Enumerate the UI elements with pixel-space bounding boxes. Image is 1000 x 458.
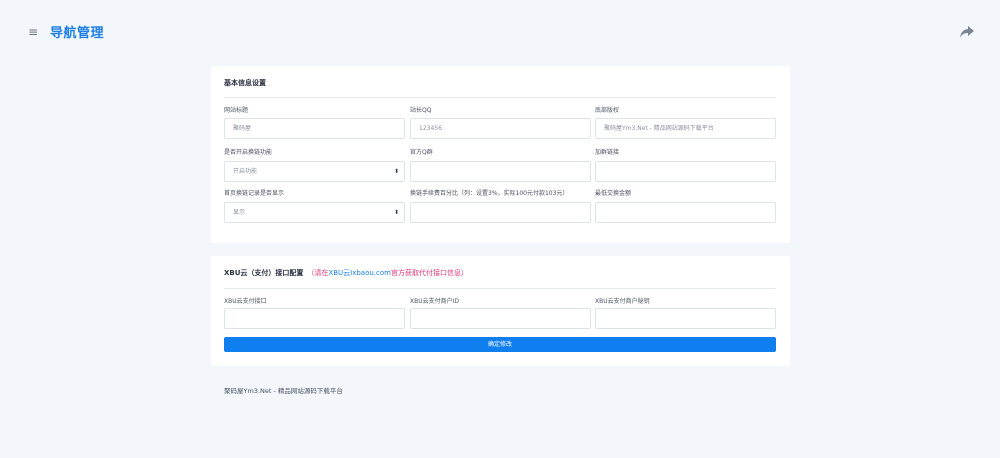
select-arrows-icon: ⬍: [393, 168, 399, 175]
group-link-input[interactable]: [595, 161, 776, 182]
homepage-record-label: 首页换链记录是否显示: [224, 190, 285, 197]
submit-button[interactable]: 确定修改: [224, 337, 776, 352]
min-amount-input[interactable]: [595, 202, 776, 223]
copyright-label: 底部版权: [595, 107, 620, 114]
fee-percent-label: 换链手续费百分比（列：设置3%，实际100元付款103元）: [410, 190, 569, 197]
link-exchange-toggle-select[interactable]: 开启功能 ⬍: [224, 161, 405, 182]
divider: [224, 288, 776, 289]
share-icon[interactable]: [960, 26, 974, 38]
page-header: ≡ 导航管理: [0, 0, 1000, 66]
divider: [224, 97, 776, 98]
admin-qq-label: 站长QQ: [410, 107, 432, 114]
select-value: 开启功能: [233, 168, 258, 175]
pay-api-input[interactable]: [224, 308, 405, 329]
merchant-key-label: XBU云支付商户秘钥: [595, 298, 650, 305]
hamburger-icon[interactable]: ≡: [28, 26, 38, 38]
card-title: XBU云（支付）接口配置 （请在XBU云Ixbaou.com官方获取代付接口信息）: [224, 268, 468, 278]
note-suffix: 官方获取代付接口信息）: [390, 269, 468, 277]
pay-settings-card: XBU云（支付）接口配置 （请在XBU云Ixbaou.com官方获取代付接口信息）…: [211, 256, 790, 366]
official-group-label: 官方Q群: [410, 149, 433, 156]
admin-qq-input[interactable]: 123456: [410, 118, 591, 139]
footer-copyright: 聚码屋Ym3.Net - 精品网站源码下载平台: [224, 387, 343, 395]
site-title-label: 网站标题: [224, 107, 249, 114]
page-title: 导航管理: [50, 26, 105, 41]
site-title-input[interactable]: 聚码屋: [224, 118, 405, 139]
min-amount-label: 最低交换金额: [595, 190, 632, 197]
note-prefix: （请在: [307, 269, 329, 277]
card-title-note: （请在XBU云Ixbaou.com官方获取代付接口信息）: [307, 269, 468, 277]
basic-settings-card: 基本信息设置 网站标题 聚码屋 站长QQ 123456 底部版权 聚码屋Ym3.…: [211, 66, 790, 243]
copyright-input[interactable]: 聚码屋Ym3.Net - 精品网站源码下载平台: [595, 118, 776, 139]
official-group-input[interactable]: [410, 161, 591, 182]
homepage-record-select[interactable]: 显示 ⬍: [224, 202, 405, 223]
card-title: 基本信息设置: [224, 79, 266, 87]
card-title-text: XBU云（支付）接口配置: [224, 269, 304, 277]
note-link[interactable]: XBU云Ixbaou.com: [328, 269, 391, 277]
merchant-id-label: XBU云支付商户ID: [410, 298, 460, 305]
merchant-id-input[interactable]: [410, 308, 591, 329]
select-arrows-icon: ⬍: [393, 209, 399, 216]
merchant-key-input[interactable]: [595, 308, 776, 329]
group-link-label: 加群链接: [595, 149, 620, 156]
link-exchange-toggle-label: 是否开启换链功能: [224, 149, 273, 156]
select-value: 显示: [233, 209, 246, 216]
pay-api-label: XBU云支付接口: [224, 298, 267, 305]
fee-percent-input[interactable]: [410, 202, 591, 223]
